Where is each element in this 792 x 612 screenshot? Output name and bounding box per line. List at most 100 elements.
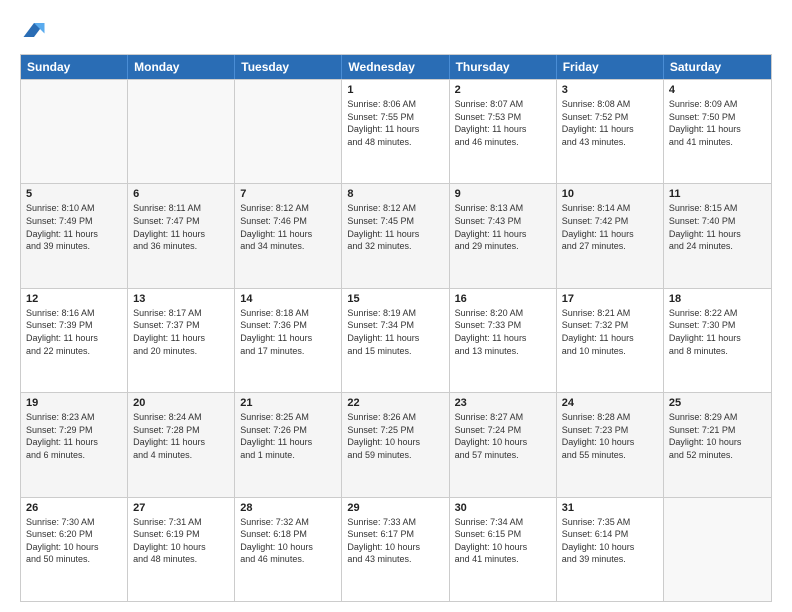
day-number: 31 <box>562 502 658 514</box>
day-info: Sunrise: 8:12 AM Sunset: 7:45 PM Dayligh… <box>347 202 443 252</box>
day-number: 3 <box>562 84 658 96</box>
cal-cell-day-13: 13 Sunrise: 8:17 AM Sunset: 7:37 PM Dayli… <box>128 289 235 392</box>
day-info: Sunrise: 8:17 AM Sunset: 7:37 PM Dayligh… <box>133 307 229 357</box>
day-number: 1 <box>347 84 443 96</box>
cal-cell-empty <box>235 80 342 183</box>
day-info: Sunrise: 8:27 AM Sunset: 7:24 PM Dayligh… <box>455 411 551 461</box>
day-number: 21 <box>240 397 336 409</box>
day-number: 28 <box>240 502 336 514</box>
cal-cell-day-14: 14 Sunrise: 8:18 AM Sunset: 7:36 PM Dayli… <box>235 289 342 392</box>
day-info: Sunrise: 8:22 AM Sunset: 7:30 PM Dayligh… <box>669 307 766 357</box>
cal-cell-empty <box>21 80 128 183</box>
day-info: Sunrise: 8:16 AM Sunset: 7:39 PM Dayligh… <box>26 307 122 357</box>
day-number: 16 <box>455 293 551 305</box>
day-info: Sunrise: 8:20 AM Sunset: 7:33 PM Dayligh… <box>455 307 551 357</box>
cal-header-monday: Monday <box>128 55 235 79</box>
cal-header-wednesday: Wednesday <box>342 55 449 79</box>
cal-header-tuesday: Tuesday <box>235 55 342 79</box>
cal-cell-day-28: 28Sunrise: 7:32 AM Sunset: 6:18 PM Dayli… <box>235 498 342 601</box>
day-number: 25 <box>669 397 766 409</box>
day-info: Sunrise: 8:13 AM Sunset: 7:43 PM Dayligh… <box>455 202 551 252</box>
cal-week-5: 26 Sunrise: 7:30 AM Sunset: 6:20 PM Dayli… <box>21 497 771 601</box>
cal-week-2: 5Sunrise: 8:10 AM Sunset: 7:49 PM Daylig… <box>21 183 771 287</box>
cal-cell-day-24: 24 Sunrise: 8:28 AM Sunset: 7:23 PM Dayli… <box>557 393 664 496</box>
day-number: 30 <box>455 502 551 514</box>
cal-cell-day-11: 11Sunrise: 8:15 AM Sunset: 7:40 PM Dayli… <box>664 184 771 287</box>
cal-week-4: 19 Sunrise: 8:23 AM Sunset: 7:29 PM Dayli… <box>21 392 771 496</box>
day-info: Sunrise: 8:14 AM Sunset: 7:42 PM Dayligh… <box>562 202 658 252</box>
day-info: Sunrise: 8:28 AM Sunset: 7:23 PM Dayligh… <box>562 411 658 461</box>
day-info: Sunrise: 8:29 AM Sunset: 7:21 PM Dayligh… <box>669 411 766 461</box>
cal-cell-day-5: 5Sunrise: 8:10 AM Sunset: 7:49 PM Daylig… <box>21 184 128 287</box>
header <box>20 16 772 44</box>
day-info: Sunrise: 7:30 AM Sunset: 6:20 PM Dayligh… <box>26 516 122 566</box>
day-number: 8 <box>347 188 443 200</box>
day-number: 24 <box>562 397 658 409</box>
day-info: Sunrise: 8:19 AM Sunset: 7:34 PM Dayligh… <box>347 307 443 357</box>
cal-cell-day-26: 26 Sunrise: 7:30 AM Sunset: 6:20 PM Dayli… <box>21 498 128 601</box>
cal-cell-day-20: 20 Sunrise: 8:24 AM Sunset: 7:28 PM Dayli… <box>128 393 235 496</box>
cal-cell-day-3: 3 Sunrise: 8:08 AM Sunset: 7:52 PM Daylig… <box>557 80 664 183</box>
day-info: Sunrise: 8:09 AM Sunset: 7:50 PM Dayligh… <box>669 98 766 148</box>
day-number: 20 <box>133 397 229 409</box>
cal-cell-day-23: 23Sunrise: 8:27 AM Sunset: 7:24 PM Dayli… <box>450 393 557 496</box>
cal-cell-day-17: 17 Sunrise: 8:21 AM Sunset: 7:32 PM Dayli… <box>557 289 664 392</box>
day-number: 22 <box>347 397 443 409</box>
day-info: Sunrise: 7:33 AM Sunset: 6:17 PM Dayligh… <box>347 516 443 566</box>
cal-cell-empty <box>664 498 771 601</box>
cal-cell-day-9: 9 Sunrise: 8:13 AM Sunset: 7:43 PM Daylig… <box>450 184 557 287</box>
day-number: 27 <box>133 502 229 514</box>
cal-cell-day-10: 10 Sunrise: 8:14 AM Sunset: 7:42 PM Dayli… <box>557 184 664 287</box>
day-number: 26 <box>26 502 122 514</box>
cal-cell-day-27: 27 Sunrise: 7:31 AM Sunset: 6:19 PM Dayli… <box>128 498 235 601</box>
day-info: Sunrise: 7:34 AM Sunset: 6:15 PM Dayligh… <box>455 516 551 566</box>
cal-cell-day-2: 2Sunrise: 8:07 AM Sunset: 7:53 PM Daylig… <box>450 80 557 183</box>
cal-cell-day-21: 21 Sunrise: 8:25 AM Sunset: 7:26 PM Dayli… <box>235 393 342 496</box>
cal-cell-day-25: 25 Sunrise: 8:29 AM Sunset: 7:21 PM Dayli… <box>664 393 771 496</box>
day-number: 10 <box>562 188 658 200</box>
cal-week-1: 1 Sunrise: 8:06 AM Sunset: 7:55 PM Daylig… <box>21 79 771 183</box>
day-info: Sunrise: 8:12 AM Sunset: 7:46 PM Dayligh… <box>240 202 336 252</box>
day-number: 6 <box>133 188 229 200</box>
day-info: Sunrise: 8:08 AM Sunset: 7:52 PM Dayligh… <box>562 98 658 148</box>
page: SundayMondayTuesdayWednesdayThursdayFrid… <box>0 0 792 612</box>
day-info: Sunrise: 8:07 AM Sunset: 7:53 PM Dayligh… <box>455 98 551 148</box>
day-number: 13 <box>133 293 229 305</box>
day-info: Sunrise: 7:35 AM Sunset: 6:14 PM Dayligh… <box>562 516 658 566</box>
cal-cell-day-15: 15Sunrise: 8:19 AM Sunset: 7:34 PM Dayli… <box>342 289 449 392</box>
cal-cell-day-7: 7 Sunrise: 8:12 AM Sunset: 7:46 PM Daylig… <box>235 184 342 287</box>
cal-header-saturday: Saturday <box>664 55 771 79</box>
calendar: SundayMondayTuesdayWednesdayThursdayFrid… <box>20 54 772 602</box>
day-info: Sunrise: 8:21 AM Sunset: 7:32 PM Dayligh… <box>562 307 658 357</box>
calendar-header: SundayMondayTuesdayWednesdayThursdayFrid… <box>21 55 771 79</box>
cal-cell-day-22: 22Sunrise: 8:26 AM Sunset: 7:25 PM Dayli… <box>342 393 449 496</box>
day-info: Sunrise: 8:11 AM Sunset: 7:47 PM Dayligh… <box>133 202 229 252</box>
logo-icon <box>20 16 48 44</box>
day-number: 14 <box>240 293 336 305</box>
day-info: Sunrise: 8:18 AM Sunset: 7:36 PM Dayligh… <box>240 307 336 357</box>
cal-cell-day-19: 19 Sunrise: 8:23 AM Sunset: 7:29 PM Dayli… <box>21 393 128 496</box>
cal-cell-day-8: 8 Sunrise: 8:12 AM Sunset: 7:45 PM Daylig… <box>342 184 449 287</box>
cal-header-friday: Friday <box>557 55 664 79</box>
cal-week-3: 12 Sunrise: 8:16 AM Sunset: 7:39 PM Dayli… <box>21 288 771 392</box>
day-number: 17 <box>562 293 658 305</box>
day-info: Sunrise: 8:23 AM Sunset: 7:29 PM Dayligh… <box>26 411 122 461</box>
day-info: Sunrise: 8:25 AM Sunset: 7:26 PM Dayligh… <box>240 411 336 461</box>
day-number: 12 <box>26 293 122 305</box>
cal-header-thursday: Thursday <box>450 55 557 79</box>
cal-cell-empty <box>128 80 235 183</box>
cal-cell-day-6: 6 Sunrise: 8:11 AM Sunset: 7:47 PM Daylig… <box>128 184 235 287</box>
day-number: 19 <box>26 397 122 409</box>
day-number: 7 <box>240 188 336 200</box>
cal-cell-day-30: 30 Sunrise: 7:34 AM Sunset: 6:15 PM Dayli… <box>450 498 557 601</box>
day-number: 9 <box>455 188 551 200</box>
logo <box>20 16 52 44</box>
calendar-body: 1 Sunrise: 8:06 AM Sunset: 7:55 PM Daylig… <box>21 79 771 601</box>
day-info: Sunrise: 8:24 AM Sunset: 7:28 PM Dayligh… <box>133 411 229 461</box>
cal-cell-day-4: 4Sunrise: 8:09 AM Sunset: 7:50 PM Daylig… <box>664 80 771 183</box>
day-number: 29 <box>347 502 443 514</box>
day-info: Sunrise: 7:31 AM Sunset: 6:19 PM Dayligh… <box>133 516 229 566</box>
cal-cell-day-12: 12 Sunrise: 8:16 AM Sunset: 7:39 PM Dayli… <box>21 289 128 392</box>
day-info: Sunrise: 8:06 AM Sunset: 7:55 PM Dayligh… <box>347 98 443 148</box>
day-info: Sunrise: 8:15 AM Sunset: 7:40 PM Dayligh… <box>669 202 766 252</box>
